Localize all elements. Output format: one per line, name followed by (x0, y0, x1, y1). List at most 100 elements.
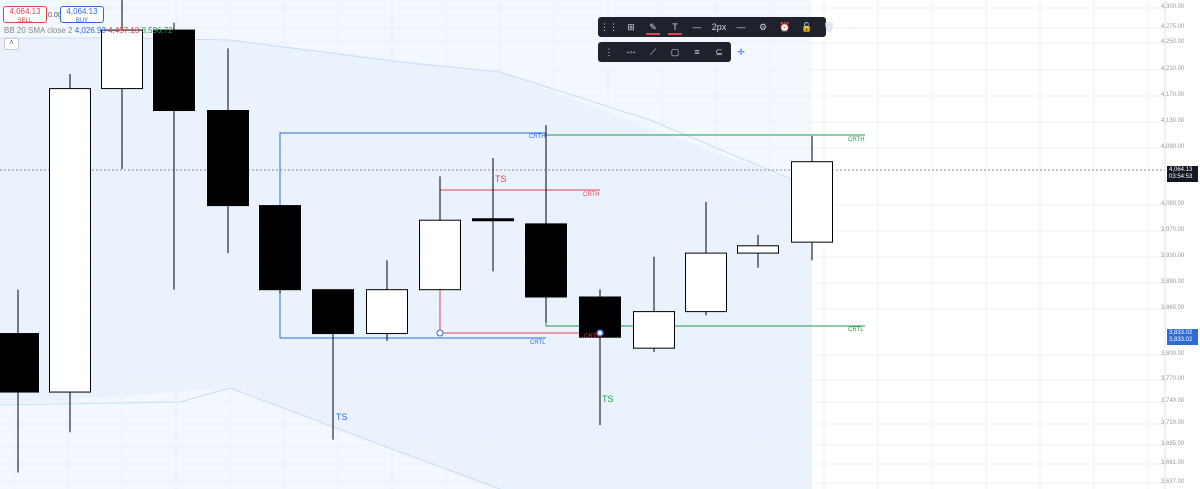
price-axis-label: 3,661.00 (1161, 460, 1185, 466)
price-axis-label: 3,890.00 (1161, 279, 1185, 285)
trend-line-icon[interactable]: ⟋ (643, 44, 663, 60)
parallel-channel-label: ≡ (694, 47, 700, 57)
line-style-icon[interactable]: — (687, 19, 707, 35)
alert-icon[interactable]: ⏰ (775, 19, 795, 35)
price-axis-label: 3,800.00 (1161, 351, 1185, 357)
indicator-basis-value: 4,026.93 (74, 26, 106, 35)
sell-price: 4,064.13 (9, 7, 41, 16)
ts-label: TS (336, 412, 348, 422)
sell-label: SELL (17, 18, 33, 24)
drawing-toolbar: ⋮⋮ ⊞ ✎ T — 2px — ⚙ ⏰ 🔓 🗑 ··· (598, 17, 856, 37)
horizontal-ray-icon[interactable]: -◦- (621, 44, 641, 60)
color-indicator (646, 33, 660, 35)
tool-palette: ⋮ -◦- ⟋ ▢ ≡ ⊆ ✛ (598, 42, 745, 62)
candle-body (737, 245, 779, 254)
price-axis-label: 3,740.00 (1161, 398, 1185, 404)
chart-area[interactable] (0, 0, 1200, 489)
candle-body (312, 289, 354, 335)
horizontal-ray-label: -◦- (626, 47, 636, 57)
candle-body (685, 252, 727, 313)
template-icon[interactable]: ⊞ (621, 19, 641, 35)
candle-body (366, 289, 408, 335)
trash-icon[interactable]: 🗑 (819, 19, 839, 35)
crtl-label: CRTL (848, 327, 864, 333)
trend-line-label: ⟋ (649, 46, 657, 57)
template-label: ⊞ (627, 21, 635, 32)
grip-label: ⋮⋮ (600, 21, 618, 32)
grip-label: ⋮ (604, 46, 614, 57)
price-axis-label: 4,130.00 (1161, 118, 1185, 124)
candle-body (207, 110, 249, 207)
more-icon[interactable]: ··· (841, 19, 861, 35)
rectangle-icon[interactable]: ▢ (665, 44, 685, 60)
candle-body (472, 218, 514, 222)
price-axis-label: 4,090.00 (1161, 144, 1185, 150)
last-price: 4,064.13 (1169, 167, 1193, 173)
text-icon[interactable]: T (665, 19, 685, 35)
price-axis-label: 4,250.00 (1161, 39, 1185, 45)
anchor-point (436, 329, 444, 337)
line-price-1: 3,833.02 (1169, 330, 1193, 336)
price-axis-label: 3,685.00 (1161, 441, 1185, 447)
last-price-tag: 4,064.13 03:54:53 (1167, 166, 1198, 182)
candle-body (259, 205, 301, 291)
pencil-icon[interactable]: ✎ (643, 19, 663, 35)
parallel-channel-icon[interactable]: ≡ (687, 44, 707, 60)
candle-body (153, 29, 195, 112)
lock-label: 🔓 (801, 21, 813, 32)
price-axis-label: 4,300.00 (1161, 4, 1185, 10)
crosshair-label: ✛ (737, 46, 745, 57)
color-indicator (668, 33, 682, 35)
candle-body (49, 88, 91, 393)
trash-label: 🗑 (823, 21, 835, 32)
lock-icon[interactable]: 🔓 (797, 19, 817, 35)
price-chart[interactable] (0, 0, 1200, 489)
ts-label: TS (602, 394, 614, 404)
indicator-name: BB 20 SMA close 2 (4, 26, 73, 35)
sell-button[interactable]: 4,064.13 SELL (3, 6, 47, 24)
text-label: T (672, 22, 678, 32)
candle-body (525, 223, 567, 298)
candle-body (633, 311, 675, 349)
line-width[interactable]: 2px (709, 19, 729, 35)
price-axis-label: 3,637.00 (1161, 479, 1185, 485)
buy-price: 4,064.13 (66, 7, 98, 16)
buy-button[interactable]: 4,064.13 BUY (60, 6, 104, 24)
price-axis-label: 3,930.00 (1161, 253, 1185, 259)
line-solid-icon[interactable]: — (731, 19, 751, 35)
crth-label: CRTH (583, 192, 600, 198)
price-axis-label: 3,770.00 (1161, 376, 1185, 382)
line-style-label: — (692, 22, 702, 32)
line-solid-label: — (736, 22, 746, 32)
fib-icon[interactable]: ⊆ (709, 44, 729, 60)
crosshair-icon[interactable]: ✛ (731, 44, 751, 60)
price-axis-label: 4,170.00 (1161, 92, 1185, 98)
rectangle-label: ▢ (670, 46, 680, 57)
pencil-label: ✎ (649, 21, 657, 32)
more-label: ··· (846, 22, 856, 32)
candle-body (0, 333, 39, 393)
settings-label: ⚙ (758, 21, 768, 32)
candle-body (101, 29, 143, 90)
grip-icon[interactable]: ⋮⋮ (599, 19, 619, 35)
line-price-tag: 3,833.02 3,833.02 (1167, 329, 1198, 345)
chevron-up-icon[interactable]: ˄ (4, 38, 19, 50)
line-width-label: 2px (711, 22, 727, 32)
grip-icon[interactable]: ⋮ (599, 44, 619, 60)
buy-label: BUY (75, 18, 89, 24)
line-price-2: 3,833.02 (1169, 337, 1193, 343)
indicator-legend[interactable]: BB 20 SMA close 2 4,026.93 4,457.13 3,59… (4, 26, 173, 35)
price-axis-label: 4,210.00 (1161, 66, 1185, 72)
candle-body (419, 219, 461, 291)
alert-label: ⏰ (779, 21, 791, 32)
crth-label: CRTH (529, 134, 546, 140)
countdown: 03:54:53 (1169, 174, 1193, 180)
price-axis-label: 3,710.00 (1161, 420, 1185, 426)
price-axis-label: 3,970.00 (1161, 227, 1185, 233)
indicator-lower-value: 3,596.72 (141, 26, 173, 35)
crth-label: CRTH (848, 137, 865, 143)
price-axis-label: 4,050.00 (1161, 201, 1185, 207)
settings-icon[interactable]: ⚙ (753, 19, 773, 35)
candle-body (791, 161, 833, 243)
crtl-label: CRTL (530, 340, 546, 346)
